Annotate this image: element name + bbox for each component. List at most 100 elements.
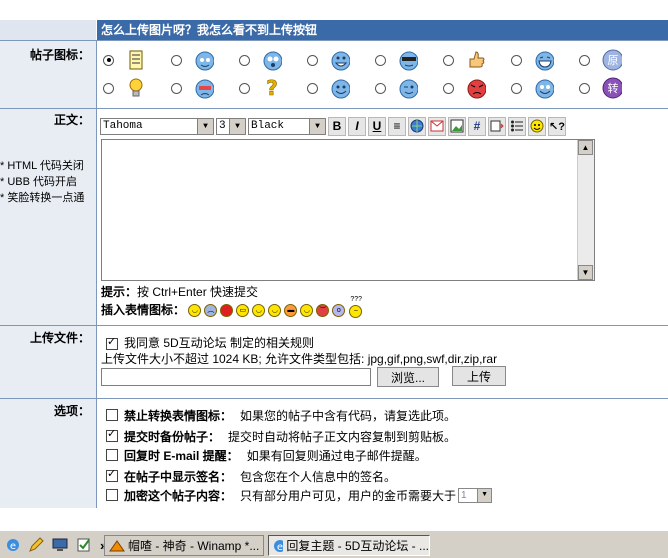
icon-option[interactable] (307, 47, 375, 73)
option-row: 禁止转换表情图标： 如果您的帖子中含有代码，请复选此项。 (106, 407, 456, 423)
body-section: Tahoma ▼ 3 ▼ Black ▼ B I U ≡ # ↖? ▲ ▼ 提示：按 … (97, 109, 668, 325)
icon-option[interactable] (511, 75, 579, 101)
monitor-icon[interactable] (52, 538, 68, 552)
agree-checkbox[interactable] (106, 335, 118, 350)
icon-radio[interactable] (239, 82, 250, 94)
shock-emote-icon[interactable]: o (332, 304, 346, 318)
help-button[interactable]: ↖? (548, 116, 566, 136)
smiley-note[interactable]: * 笑脸转换一点通 (0, 190, 96, 206)
size-select[interactable]: 3 ▼ (216, 117, 246, 135)
emote-row: 插入表情图标： ◡ ︵ ▭ ◡ ◡ ▬ ◡ ︶ o ??? ~ (101, 296, 364, 319)
taskbar: e » 帽喳 - 神奇 - Winamp *... e回复主题 - 5D互动论坛… (0, 530, 668, 558)
tongue-emote-icon[interactable]: ◡ (300, 304, 314, 318)
smiley-button[interactable] (528, 116, 546, 136)
taskbar-browser[interactable]: e 回复主题 - 5D互动论坛 - ... (268, 535, 430, 556)
laugh-emote-icon[interactable]: ◡ (268, 304, 282, 318)
angry-face-icon (466, 77, 486, 99)
sad-emote-icon[interactable]: ︵ (204, 304, 218, 318)
icon-radio[interactable] (579, 82, 590, 94)
icon-radio[interactable] (375, 54, 386, 66)
quote-button[interactable] (488, 116, 506, 136)
bold-button[interactable]: B (328, 116, 346, 136)
smile-emote-icon[interactable]: ◡ (188, 304, 202, 318)
icon-option[interactable] (103, 47, 171, 73)
icon-option[interactable] (511, 47, 579, 73)
icon-radio[interactable] (171, 54, 182, 66)
mail-icon (430, 120, 444, 132)
ie-icon[interactable]: e (6, 538, 20, 552)
signature-checkbox[interactable] (106, 467, 118, 482)
icon-option[interactable] (171, 47, 239, 73)
icon-radio[interactable] (307, 54, 318, 66)
cool-emote-icon[interactable]: ▬ (284, 304, 298, 318)
icon-option[interactable] (103, 75, 171, 101)
icon-radio[interactable] (307, 82, 318, 94)
check-doc-icon[interactable] (76, 537, 92, 553)
ie-icon: e (274, 539, 284, 553)
disable-smiley-checkbox[interactable] (106, 409, 118, 421)
scroll-up-icon[interactable]: ▲ (578, 140, 593, 155)
icon-radio[interactable] (239, 54, 250, 66)
hash-button[interactable]: # (468, 116, 486, 136)
backup-checkbox[interactable] (106, 427, 118, 442)
icon-radio[interactable] (375, 82, 386, 94)
laugh-face-icon (534, 49, 554, 71)
coin-threshold-select[interactable]: 1 ▼ (458, 487, 493, 503)
original-badge-text: 原 (608, 54, 619, 67)
encrypt-checkbox[interactable] (106, 489, 118, 501)
italic-button[interactable]: I (348, 116, 366, 136)
option-desc: 如果您的帖子中含有代码，请复选此项。 (240, 408, 457, 423)
icon-radio[interactable] (579, 54, 590, 66)
icon-option[interactable] (171, 75, 239, 101)
icon-option[interactable] (443, 75, 511, 101)
icon-option[interactable]: 转 (579, 75, 647, 101)
icon-option[interactable] (239, 47, 307, 73)
file-path-input[interactable] (101, 368, 371, 386)
icon-radio[interactable] (103, 82, 114, 94)
option-label: 回复时 E-mail 提醒： (124, 448, 239, 463)
svg-text:e: e (10, 541, 16, 552)
font-select[interactable]: Tahoma ▼ (100, 117, 214, 135)
icon-radio[interactable] (511, 54, 522, 66)
icon-radio[interactable] (443, 54, 454, 66)
taskbar-winamp[interactable]: 帽喳 - 神奇 - Winamp *... (104, 535, 264, 556)
strike-button[interactable]: ≡ (388, 116, 406, 136)
ubb-note: * UBB 代码开启 (0, 176, 78, 188)
editor-scrollbar[interactable]: ▲ ▼ (577, 140, 594, 280)
browse-button[interactable]: 浏览... (377, 367, 439, 387)
grin-face-icon (330, 49, 350, 71)
image-button[interactable] (448, 116, 466, 136)
taskbar-winamp-label: 帽喳 - 神奇 - Winamp *... (128, 539, 260, 553)
option-row: 在帖子中显示签名： 包含您在个人信息中的签名。 (106, 467, 396, 484)
happy-emote-icon[interactable]: ◡ (252, 304, 266, 318)
svg-text:e: e (277, 542, 283, 553)
confused-emote[interactable]: ??? ~ (348, 296, 364, 319)
scroll-track[interactable] (578, 155, 594, 265)
scroll-down-icon[interactable]: ▼ (578, 265, 593, 280)
icon-option[interactable] (375, 75, 443, 101)
icon-option[interactable]: ? (239, 75, 307, 101)
icon-option[interactable] (443, 47, 511, 73)
web-link-button[interactable] (408, 116, 426, 136)
icon-radio[interactable] (511, 82, 522, 94)
upload-button[interactable]: 上传 (452, 366, 506, 386)
underline-button[interactable]: U (368, 116, 386, 136)
icon-radio[interactable] (443, 82, 454, 94)
emote-label: 插入表情图标： (101, 303, 186, 317)
sad-face-icon (194, 77, 214, 99)
list-button[interactable] (508, 116, 526, 136)
icon-option[interactable]: 原 (579, 47, 647, 73)
email-notify-checkbox[interactable] (106, 449, 118, 461)
icon-option[interactable] (375, 47, 443, 73)
body-textarea[interactable]: ▲ ▼ (101, 139, 595, 281)
note-icon (126, 49, 146, 71)
icon-option[interactable] (307, 75, 375, 101)
angry-emote-icon[interactable] (220, 304, 234, 318)
color-select[interactable]: Black ▼ (248, 117, 326, 135)
icon-radio[interactable] (103, 54, 114, 66)
pencil-icon[interactable] (28, 537, 44, 553)
email-button[interactable] (428, 116, 446, 136)
icon-radio[interactable] (171, 82, 182, 94)
mad-emote-icon[interactable]: ︶ (316, 304, 330, 318)
grin-emote-icon[interactable]: ▭ (236, 304, 250, 318)
